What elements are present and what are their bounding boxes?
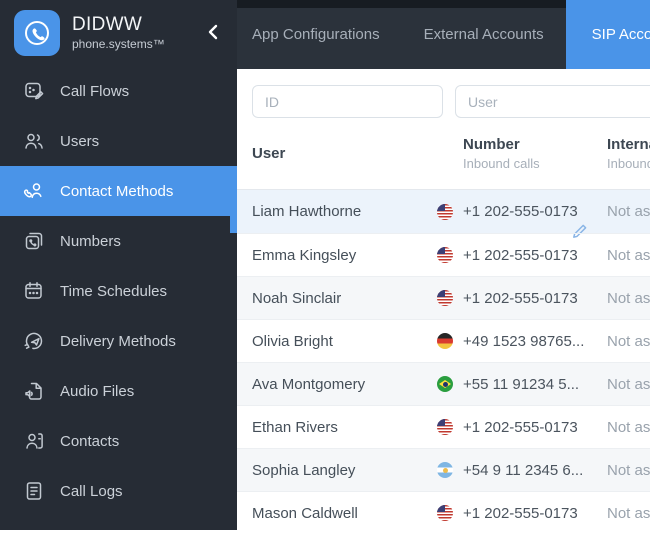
tab-app-configurations[interactable]: App Configurations — [237, 0, 402, 69]
brazil-flag-icon — [437, 376, 453, 392]
table-row[interactable]: Noah Sinclair +1 202-555-0173 Not assign… — [237, 276, 650, 319]
sidebar: DIDWW phone.systems™ Call Flows Users Co… — [0, 0, 237, 530]
phone-number: +1 202-555-0173 — [463, 203, 578, 220]
table-row[interactable]: Ava Montgomery +55 11 91234 5... Not ass… — [237, 362, 650, 405]
internal-number: Not assigned — [607, 332, 650, 350]
phone-number: +1 202-555-0173 — [463, 289, 578, 307]
us-flag-icon — [437, 505, 453, 521]
sidebar-item-label: Delivery Methods — [60, 332, 176, 350]
user-name: Emma Kingsley — [252, 246, 357, 264]
user-name: Noah Sinclair — [252, 289, 342, 307]
internal-number: Not assigned — [607, 461, 650, 479]
sidebar-item-delivery-methods[interactable]: Delivery Methods — [0, 316, 237, 366]
number-cell: +1 202-555-0173 — [437, 247, 607, 264]
sidebar-item-users[interactable]: Users — [0, 116, 237, 166]
sidebar-item-label: Numbers — [60, 232, 121, 250]
sidebar-item-call-logs[interactable]: Call Logs — [0, 466, 237, 516]
call-flows-icon — [23, 80, 45, 102]
contact-methods-icon — [23, 180, 45, 202]
phone-number: +1 202-555-0173 — [463, 246, 578, 264]
phone-number: +54 9 11 2345 6... — [463, 461, 584, 479]
phone-number: +55 11 91234 5... — [463, 375, 580, 393]
contact-methods-table: User Number Inbound calls Internal Inbou… — [230, 118, 650, 534]
sidebar-item-label: Contact Methods — [60, 182, 174, 200]
sidebar-item-audio-files[interactable]: Audio Files — [0, 366, 237, 416]
collapse-sidebar-icon[interactable] — [205, 22, 221, 42]
brand-tagline: phone.systems™ — [72, 37, 165, 52]
id-filter-input[interactable] — [252, 85, 443, 118]
table-header: User Number Inbound calls Internal Inbou… — [237, 118, 650, 190]
user-name: Mason Caldwell — [252, 504, 358, 522]
tab-bar: App Configurations External Accounts SIP… — [237, 0, 650, 69]
internal-number: Not assigned — [607, 418, 650, 436]
number-cell: +1 202-555-0173 — [437, 290, 607, 307]
table-row[interactable]: Liam Hawthorne +1 202-555-0173 Not assig… — [230, 189, 650, 238]
sidebar-item-label: Contacts — [60, 432, 120, 450]
content-area: User Number Inbound calls Internal Inbou… — [230, 69, 650, 534]
number-cell: +1 202-555-0173 — [437, 419, 607, 436]
numbers-icon — [23, 230, 45, 252]
user-name: Liam Hawthorne — [252, 203, 362, 220]
number-cell: +1 202-555-0173 — [437, 203, 607, 238]
sidebar-item-call-flows[interactable]: Call Flows — [0, 66, 237, 116]
internal-number: Not assigned — [607, 246, 650, 264]
us-flag-icon — [437, 290, 453, 306]
table-row[interactable]: Olivia Bright +49 1523 98765... Not assi… — [237, 319, 650, 362]
internal-number: Not assigned — [607, 375, 650, 393]
brand-header: DIDWW phone.systems™ — [0, 0, 237, 66]
user-name: Olivia Bright — [252, 332, 333, 350]
column-header-number: Number Inbound calls — [463, 136, 540, 171]
number-cell: +54 9 11 2345 6... — [437, 462, 607, 479]
main-panel: App Configurations External Accounts SIP… — [230, 0, 650, 534]
didww-logo-icon — [14, 10, 60, 56]
tab-sip-accounts[interactable]: SIP Accounts — [565, 0, 650, 69]
sidebar-item-contacts[interactable]: Contacts — [0, 416, 237, 466]
sidebar-menu: Call Flows Users Contact Methods Numbers… — [0, 66, 237, 516]
user-name: Ava Montgomery — [252, 375, 366, 393]
number-cell: +55 11 91234 5... — [437, 376, 607, 393]
germany-flag-icon — [437, 333, 453, 349]
sidebar-item-time-schedules[interactable]: Time Schedules — [0, 266, 237, 316]
table-row[interactable]: Emma Kingsley +1 202-555-0173 Not assign… — [237, 233, 650, 276]
us-flag-icon — [437, 203, 453, 220]
brand-text: DIDWW phone.systems™ — [72, 14, 165, 52]
table-body: Liam Hawthorne +1 202-555-0173 Not assig… — [230, 189, 650, 534]
sidebar-item-contact-methods[interactable]: Contact Methods — [0, 166, 237, 216]
app-window: DIDWW phone.systems™ Call Flows Users Co… — [0, 0, 650, 534]
user-name: Sophia Langley — [252, 461, 356, 479]
tab-external-accounts[interactable]: External Accounts — [402, 0, 566, 69]
phone-number: +1 202-555-0173 — [463, 418, 578, 436]
argentina-flag-icon — [437, 462, 453, 478]
internal-number: Not assigned — [607, 289, 650, 307]
delivery-methods-icon — [23, 330, 45, 352]
sidebar-item-label: Call Flows — [60, 82, 130, 100]
internal-number: Not assigned — [607, 504, 650, 522]
sidebar-item-numbers[interactable]: Numbers — [0, 216, 237, 266]
phone-number: +49 1523 98765... — [463, 332, 585, 350]
us-flag-icon — [437, 419, 453, 435]
phone-number: +1 202-555-0173 — [463, 504, 578, 522]
audio-files-icon — [23, 380, 45, 402]
column-header-internal: Internal Inbound — [607, 136, 650, 171]
time-schedules-icon — [23, 280, 45, 302]
brand-name: DIDWW — [72, 14, 143, 36]
user-filter-input[interactable] — [455, 85, 650, 118]
internal-number: Not assigned — [607, 203, 650, 220]
table-row[interactable]: Ethan Rivers +1 202-555-0173 Not assigne… — [237, 405, 650, 448]
number-cell: +49 1523 98765... — [437, 333, 607, 350]
call-logs-icon — [23, 480, 45, 502]
us-flag-icon — [437, 247, 453, 263]
sidebar-item-label: Users — [60, 132, 100, 150]
user-name: Ethan Rivers — [252, 418, 338, 436]
table-row[interactable]: Sophia Langley +54 9 11 2345 6... Not as… — [237, 448, 650, 491]
contacts-icon — [23, 430, 45, 452]
sidebar-item-label: Call Logs — [60, 482, 123, 500]
number-cell: +1 202-555-0173 — [437, 505, 607, 522]
users-icon — [23, 130, 45, 152]
table-row[interactable]: Mason Caldwell +1 202-555-0173 Not assig… — [237, 491, 650, 534]
filter-bar — [237, 69, 650, 118]
sidebar-item-label: Audio Files — [60, 382, 135, 400]
sidebar-item-label: Time Schedules — [60, 282, 167, 300]
column-header-user: User — [252, 145, 286, 162]
